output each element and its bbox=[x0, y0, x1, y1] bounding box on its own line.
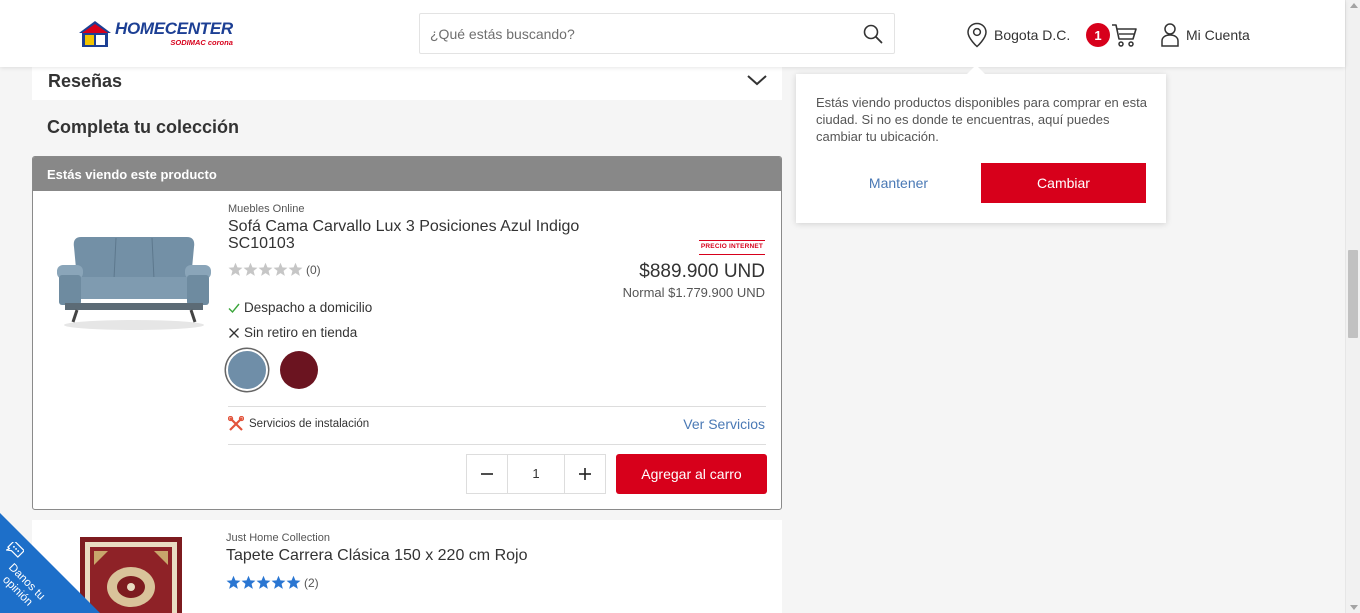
star-icon bbox=[243, 262, 258, 276]
quantity-value[interactable]: 1 bbox=[507, 455, 565, 493]
minus-icon bbox=[481, 473, 493, 475]
product-rating[interactable]: (2) bbox=[226, 575, 319, 590]
star-icon bbox=[256, 575, 271, 589]
sofa-bed-image[interactable] bbox=[51, 229, 217, 333]
color-swatch-red[interactable] bbox=[280, 351, 318, 389]
star-icon bbox=[228, 262, 243, 276]
house-logo-icon bbox=[79, 21, 111, 47]
chevron-down-icon[interactable] bbox=[746, 71, 768, 89]
divider bbox=[228, 406, 766, 407]
internet-price-badge: PRECIO INTERNET bbox=[699, 240, 765, 255]
product-price: $889.900 UND bbox=[639, 261, 765, 282]
star-icon bbox=[288, 262, 303, 276]
view-services-link[interactable]: Ver Servicios bbox=[683, 416, 765, 432]
location-selector[interactable]: Bogota D.C. bbox=[966, 22, 1070, 48]
location-message: Estás viendo productos disponibles para … bbox=[816, 95, 1147, 144]
scroll-thumb[interactable] bbox=[1348, 250, 1358, 338]
star-icon bbox=[286, 575, 301, 589]
plus-icon bbox=[579, 468, 591, 480]
increase-quantity-button[interactable] bbox=[565, 455, 605, 493]
color-swatch-blue[interactable] bbox=[228, 351, 266, 389]
star-icon bbox=[241, 575, 256, 589]
map-pin-icon bbox=[967, 22, 987, 48]
cart-icon bbox=[1112, 24, 1137, 47]
star-icon bbox=[226, 575, 241, 589]
close-icon bbox=[229, 327, 239, 338]
quantity-stepper: 1 bbox=[466, 454, 606, 494]
star-icon bbox=[271, 575, 286, 589]
reviews-accordion[interactable]: Reseñas bbox=[32, 62, 782, 100]
logo-subtext: SODIMAC corona bbox=[170, 38, 233, 47]
installation-services: Servicios de instalación bbox=[228, 416, 369, 432]
shipping-availability: Despacho a domicilio bbox=[228, 300, 372, 315]
product-brand: Just Home Collection bbox=[226, 532, 330, 544]
account-label: Mi Cuenta bbox=[1186, 27, 1250, 43]
product-card-current: Estás viendo este producto Muebles Onlin… bbox=[32, 156, 782, 510]
decrease-quantity-button[interactable] bbox=[467, 455, 507, 493]
homecenter-logo[interactable]: HOMECENTER SODIMAC corona bbox=[78, 20, 233, 48]
site-header: HOMECENTER SODIMAC corona Bogota D.C. 1 bbox=[0, 0, 1345, 67]
scroll-down-arrow-icon[interactable] bbox=[1350, 605, 1358, 610]
product-brand: Muebles Online bbox=[228, 203, 305, 215]
account-menu[interactable]: Mi Cuenta bbox=[1160, 22, 1250, 48]
scroll-up-arrow-icon[interactable] bbox=[1350, 3, 1358, 8]
pickup-label: Sin retiro en tienda bbox=[244, 325, 358, 340]
feedback-ribbon[interactable]: Danos tu opinión bbox=[0, 513, 100, 613]
change-location-button[interactable]: Cambiar bbox=[981, 163, 1146, 203]
cart-button[interactable]: 1 bbox=[1086, 22, 1138, 48]
rating-count: (2) bbox=[304, 575, 319, 590]
check-icon bbox=[228, 303, 240, 313]
location-popup: Estás viendo productos disponibles para … bbox=[796, 65, 1166, 223]
cart-count-badge: 1 bbox=[1086, 23, 1110, 47]
rating-count: (0) bbox=[306, 262, 321, 277]
product-name[interactable]: Sofá Cama Carvallo Lux 3 Posiciones Azul… bbox=[228, 218, 618, 252]
star-icon bbox=[258, 262, 273, 276]
current-product-header: Estás viendo este producto bbox=[33, 157, 781, 191]
page-scrollbar[interactable] bbox=[1345, 0, 1360, 613]
reviews-title: Reseñas bbox=[48, 71, 123, 91]
logo-wordmark: HOMECENTER bbox=[115, 19, 233, 38]
keep-location-button[interactable]: Mantener bbox=[816, 163, 981, 203]
pickup-availability: Sin retiro en tienda bbox=[228, 325, 357, 340]
add-to-cart-button[interactable]: Agregar al carro bbox=[616, 454, 767, 494]
collection-title: Completa tu colección bbox=[47, 117, 240, 137]
user-icon bbox=[1161, 23, 1179, 47]
popup-pointer bbox=[966, 65, 986, 75]
star-icon bbox=[273, 262, 288, 276]
tools-icon bbox=[228, 416, 244, 431]
product-normal-price: Normal $1.779.900 UND bbox=[622, 285, 765, 300]
shipping-label: Despacho a domicilio bbox=[244, 300, 373, 315]
color-swatches bbox=[228, 351, 332, 389]
services-label: Servicios de instalación bbox=[249, 418, 370, 430]
search-icon[interactable] bbox=[862, 23, 884, 45]
location-label: Bogota D.C. bbox=[994, 27, 1071, 43]
search-input[interactable] bbox=[430, 14, 850, 53]
search-box bbox=[419, 13, 895, 54]
product-name[interactable]: Tapete Carrera Clásica 150 x 220 cm Rojo bbox=[226, 547, 527, 565]
divider bbox=[228, 444, 766, 445]
product-card-rug: Just Home Collection Tapete Carrera Clás… bbox=[32, 520, 782, 613]
product-rating[interactable]: (0) bbox=[228, 262, 321, 277]
